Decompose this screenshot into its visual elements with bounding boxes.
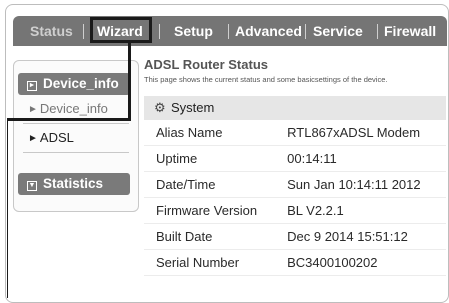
top-nav: Status Wizard Setup Advanced Service Fir…	[13, 16, 447, 46]
arrow-icon: ►	[28, 133, 38, 144]
row-label: Alias Name	[144, 120, 278, 146]
row-value: BL V2.2.1	[277, 197, 446, 224]
nav-service[interactable]: Service	[313, 16, 363, 46]
callout-line	[128, 40, 131, 120]
row-value: BC3400100202	[277, 249, 446, 276]
sidebar-divider	[23, 123, 129, 124]
sidebar-device-info-button[interactable]: ► Device_info	[18, 73, 130, 95]
sidebar-link-label: Device_info	[39, 101, 108, 116]
row-label: Serial Number	[144, 249, 278, 276]
nav-separator	[159, 24, 160, 39]
row-label: Firmware Version	[144, 197, 278, 224]
nav-status[interactable]: Status	[30, 16, 73, 46]
wizard-highlight-box	[90, 17, 152, 43]
row-value: 00:14:11	[277, 145, 446, 172]
page-description: This page shows the current status and s…	[144, 75, 388, 84]
row-label: Uptime	[144, 145, 278, 172]
sidebar-divider	[23, 152, 129, 153]
nav-separator	[228, 24, 229, 39]
table-row: Alias Name RTL867xADSL Modem	[144, 120, 446, 146]
nav-separator	[305, 24, 306, 39]
row-label: Built Date	[144, 223, 278, 250]
system-section-header: ⚙ System	[144, 96, 446, 120]
callout-line	[8, 118, 131, 121]
expand-icon: ▼	[27, 181, 37, 191]
row-value: Dec 9 2014 15:51:12	[277, 223, 446, 250]
arrow-icon: ►	[28, 104, 38, 115]
nav-setup[interactable]: Setup	[174, 16, 213, 46]
nav-advanced[interactable]: Advanced	[235, 16, 302, 46]
table-row: Uptime 00:14:11	[144, 145, 446, 172]
nav-separator	[377, 24, 378, 39]
row-value: RTL867xADSL Modem	[277, 120, 446, 146]
callout-line	[7, 118, 8, 298]
table-row: Firmware Version BL V2.2.1	[144, 197, 446, 224]
table-row: Date/Time Sun Jan 10:14:11 2012	[144, 171, 446, 198]
sidebar-statistics-button[interactable]: ▼ Statistics	[18, 173, 130, 195]
sidebar-link-adsl[interactable]: ► ADSL	[28, 130, 74, 145]
nav-separator	[83, 24, 84, 39]
page-title: ADSL Router Status	[144, 57, 268, 72]
system-section-label: System	[171, 100, 215, 115]
row-value: Sun Jan 10:14:11 2012	[277, 171, 446, 198]
system-status-table: Alias Name RTL867xADSL Modem Uptime 00:14:…	[144, 120, 446, 276]
table-row: Serial Number BC3400100202	[144, 249, 446, 276]
sidebar-link-device-info[interactable]: ► Device_info	[28, 101, 108, 116]
row-label: Date/Time	[144, 171, 278, 198]
sidebar-device-info-label: Device_info	[43, 76, 119, 91]
sidebar-statistics-label: Statistics	[43, 176, 104, 191]
expand-icon: ►	[27, 81, 37, 91]
table-row: Built Date Dec 9 2014 15:51:12	[144, 223, 446, 250]
nav-firewall[interactable]: Firewall	[384, 16, 436, 46]
gear-icon: ⚙	[154, 100, 166, 115]
sidebar-link-label: ADSL	[39, 130, 74, 145]
